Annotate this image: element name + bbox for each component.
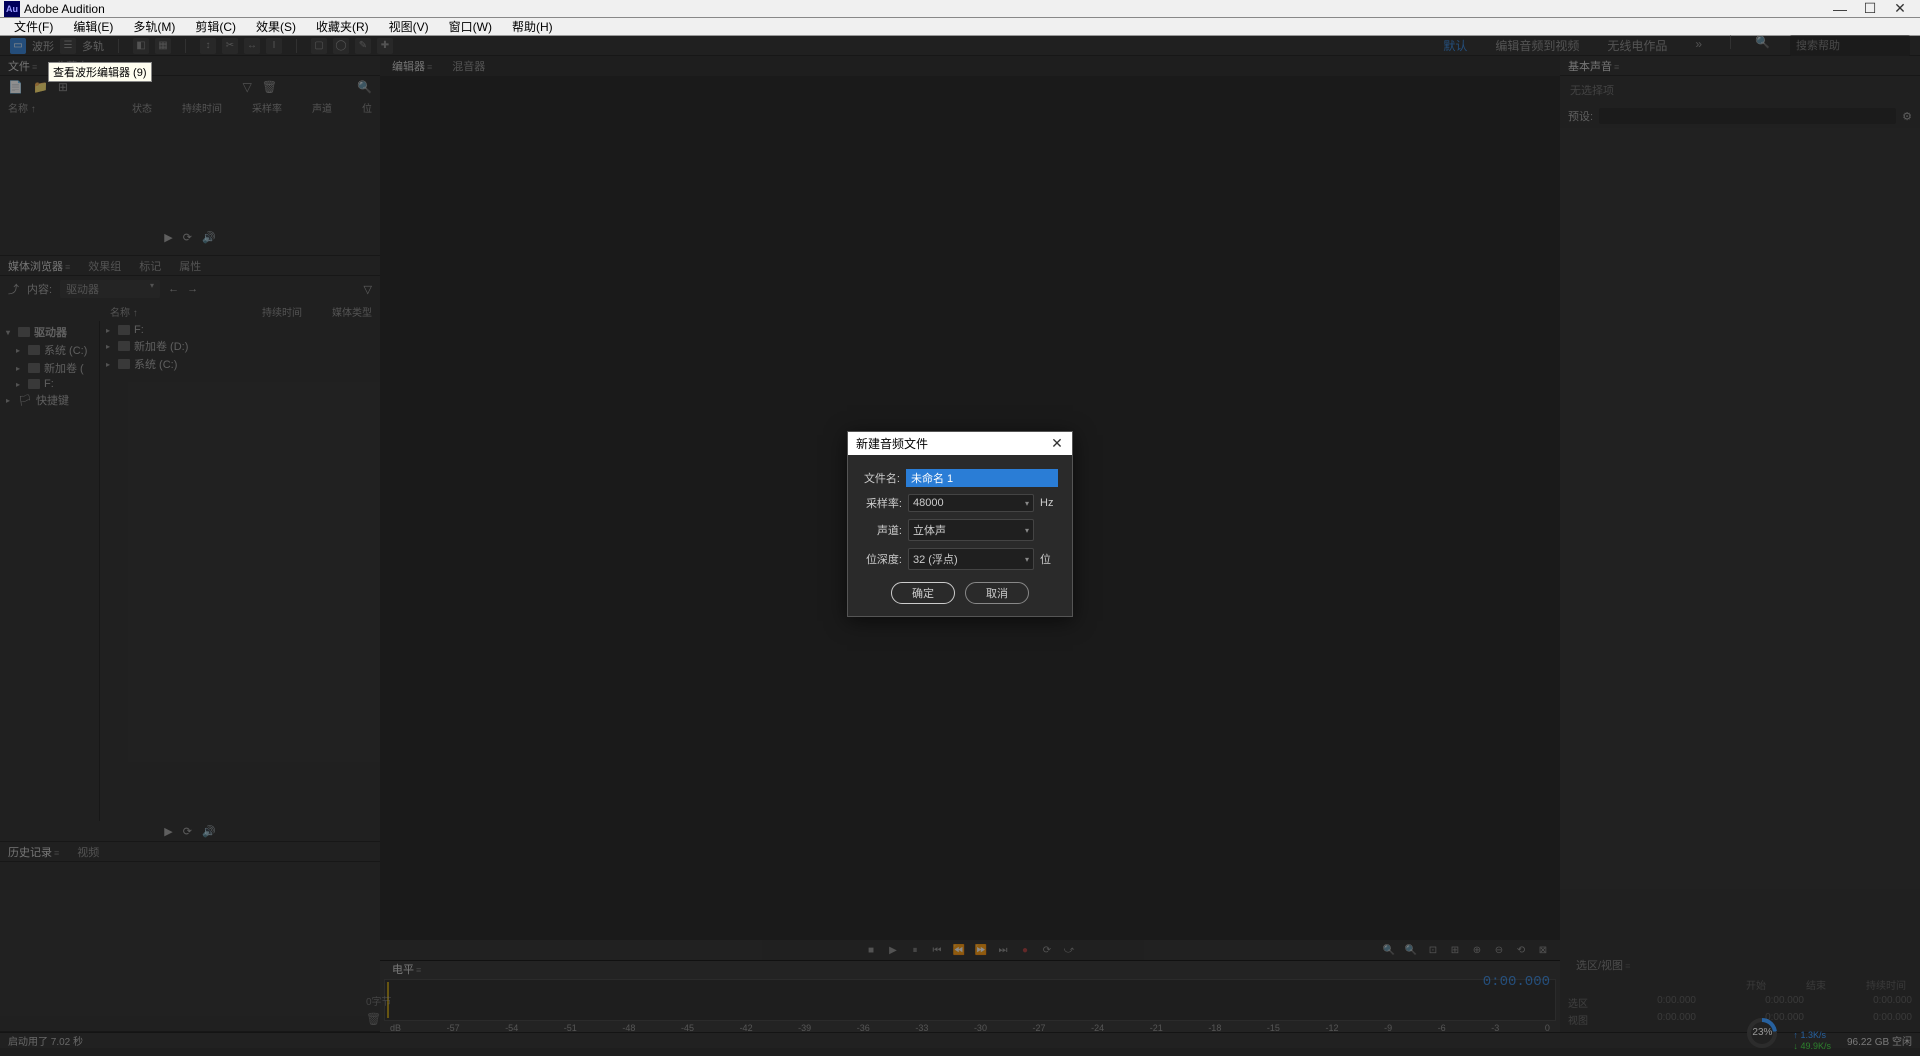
new-audio-file-dialog: 新建音频文件 ✕ 文件名: 采样率: 48000▾ Hz 声道: 立体声▾ 位深…	[847, 431, 1073, 617]
bitdepth-unit: 位	[1040, 551, 1058, 567]
bitdepth-label: 位深度:	[862, 551, 902, 567]
modal-backdrop: 新建音频文件 ✕ 文件名: 采样率: 48000▾ Hz 声道: 立体声▾ 位深…	[0, 0, 1920, 1048]
samplerate-select[interactable]: 48000▾	[908, 494, 1034, 512]
cancel-button[interactable]: 取消	[965, 582, 1029, 604]
channels-select[interactable]: 立体声▾	[908, 519, 1034, 541]
samplerate-unit: Hz	[1040, 497, 1058, 509]
filename-label: 文件名:	[862, 470, 900, 486]
bitdepth-select[interactable]: 32 (浮点)▾	[908, 548, 1034, 570]
filename-input[interactable]	[906, 469, 1058, 487]
dialog-title: 新建音频文件	[856, 435, 928, 452]
samplerate-label: 采样率:	[862, 495, 902, 511]
ok-button[interactable]: 确定	[891, 582, 955, 604]
dialog-close-button[interactable]: ✕	[1050, 437, 1064, 451]
channels-label: 声道:	[862, 522, 902, 538]
